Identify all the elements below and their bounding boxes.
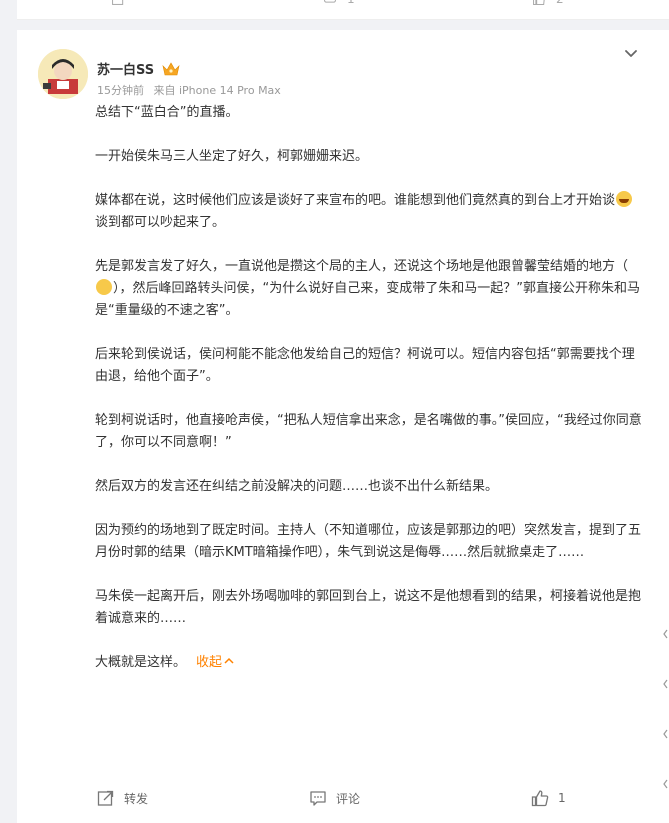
prev-comment-action[interactable]: 1	[323, 0, 355, 6]
post-time[interactable]: 15分钟前	[97, 84, 144, 97]
chevron-up-icon	[224, 657, 234, 664]
thinking-emoji-icon	[96, 279, 112, 295]
previous-post-card: 1 2	[17, 0, 669, 20]
username[interactable]: 苏一白SS	[97, 59, 154, 78]
post-card: 苏一白SS 15分钟前 来自 iPhone 14 Pro Max 总结下“蓝白合…	[17, 30, 669, 823]
post-content: 总结下“蓝白合”的直播。 一开始侯朱马三人坐定了好久，柯郭姗姗来迟。 媒体都在说…	[95, 102, 643, 674]
paragraph: 然后双方的发言还在纠结之前没解决的问题……也谈不出什么新结果。	[95, 479, 499, 494]
paragraph: 大概就是这样。 收起	[95, 652, 643, 674]
laugh-emoji-icon	[616, 191, 633, 207]
prev-repost-action[interactable]	[111, 0, 125, 6]
like-count: 1	[558, 791, 566, 805]
prev-like-action[interactable]: 2	[532, 0, 564, 6]
paragraph: 马朱侯一起离开后，刚去外场喝咖啡的郭回到台上，说这不是他想看到的结果，柯接着说他…	[95, 589, 642, 626]
avatar-image	[38, 49, 88, 99]
collapse-link[interactable]: 收起	[196, 655, 234, 670]
post-author: 苏一白SS	[97, 59, 180, 78]
collapse-label: 收起	[196, 655, 223, 670]
repost-icon	[97, 790, 114, 806]
avatar[interactable]	[38, 49, 88, 99]
prev-comment-count: 1	[347, 0, 355, 6]
like-button[interactable]: 1	[531, 789, 566, 807]
repost-label: 转发	[124, 791, 149, 806]
comment-button[interactable]: 评论	[309, 789, 360, 807]
paragraph-text: 媒体都在说，这时候他们应该是谈好了来宣布的吧。谁能想到他们竟然真的到台上才开始谈	[95, 193, 616, 208]
paragraph-text: ），然后峰回路转头问侯，“为什么说好自己来，变成带了朱和马一起？”郭直接公开称朱…	[95, 281, 640, 318]
like-icon	[533, 0, 545, 5]
paragraph: 轮到柯说话时，他直接呛声侯，“把私人短信拿出来念，是名嘴做的事。”侯回应，“我经…	[95, 413, 642, 450]
paragraph: 因为预约的场地到了既定时间。主持人（不知道哪位，应该是郭那边的吧）突然发言，提到…	[95, 523, 642, 560]
paragraph: 先是郭发言发了好久，一直说他是攒这个局的主人，还说这个场地是他跟曾馨莹结婚的地方…	[95, 256, 643, 322]
comment-label: 评论	[336, 791, 361, 806]
comment-icon	[324, 0, 336, 3]
chevron-down-icon[interactable]	[623, 46, 639, 62]
comment-icon	[310, 791, 326, 806]
crown-icon[interactable]	[162, 61, 180, 76]
prev-like-count: 2	[556, 0, 564, 6]
paragraph-text: 先是郭发言发了好久，一直说他是攒这个局的主人，还说这个场地是他跟曾馨莹结婚的地方…	[95, 259, 629, 274]
post-actions: 转发 评论 1	[17, 785, 669, 811]
paragraph-text: 大概就是这样。	[95, 655, 187, 670]
paragraph: 后来轮到侯说话，侯问柯能不能念他发给自己的短信？柯说可以。短信内容包括“郭需要找…	[95, 347, 635, 384]
post-source: 来自 iPhone 14 Pro Max	[153, 84, 281, 97]
repost-icon	[112, 0, 124, 5]
paragraph-text: 谈到都可以吵起来了。	[95, 215, 226, 230]
repost-button[interactable]: 转发	[97, 789, 148, 807]
paragraph: 媒体都在说，这时候他们应该是谈好了来宣布的吧。谁能想到他们竟然真的到台上才开始谈…	[95, 190, 643, 234]
right-edge-arrows	[663, 629, 668, 789]
paragraph: 总结下“蓝白合”的直播。	[95, 105, 239, 120]
paragraph: 一开始侯朱马三人坐定了好久，柯郭姗姗来迟。	[95, 149, 369, 164]
post-meta: 15分钟前 来自 iPhone 14 Pro Max	[97, 82, 281, 98]
like-icon	[531, 790, 549, 807]
